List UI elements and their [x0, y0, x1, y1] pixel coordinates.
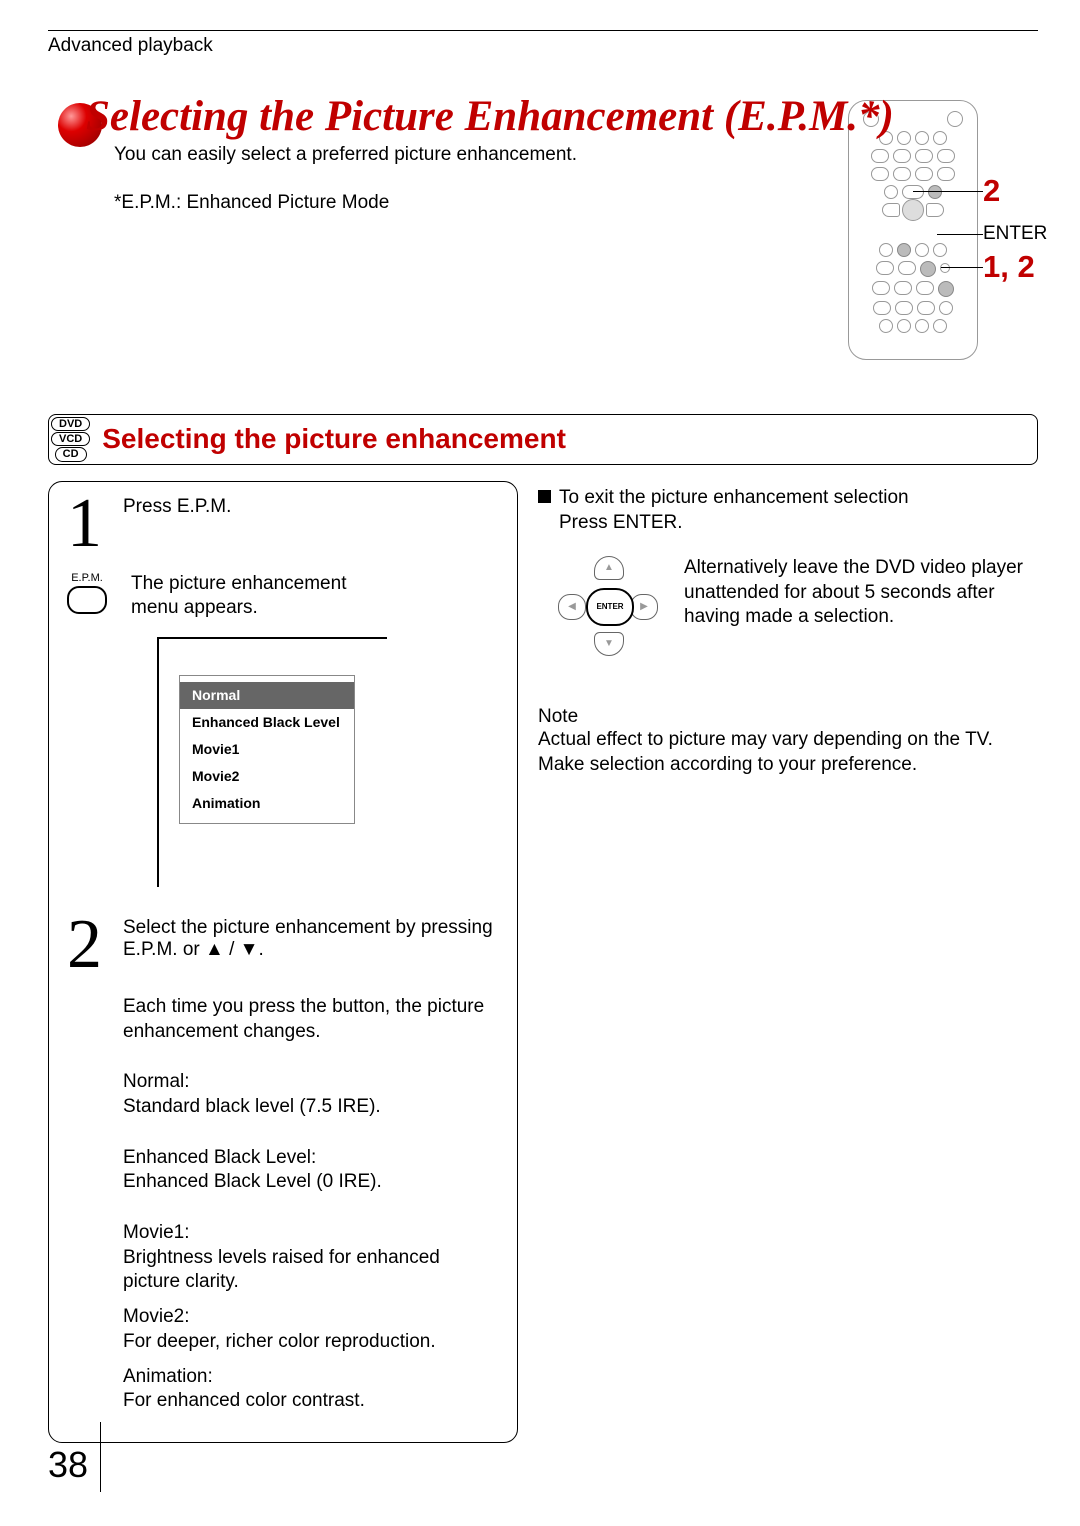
badge-vcd: VCD [51, 432, 90, 446]
menu-item-normal: Normal [180, 682, 354, 709]
step-1-detail: E.P.M. The picture enhancement menu appe… [67, 572, 499, 621]
content-columns: 1 Press E.P.M. E.P.M. The picture enhanc… [48, 481, 1038, 1443]
enter-illustration-row: ▲ ▼ ◀ ▶ ENTER Alternatively leave the DV… [558, 556, 1038, 656]
left-column-steps: 1 Press E.P.M. E.P.M. The picture enhanc… [48, 481, 518, 1443]
mode-movie1-name: Movie1: [123, 1221, 499, 1246]
mode-normal-name: Normal: [123, 1070, 499, 1095]
note-body: Actual effect to picture may vary depend… [538, 728, 1038, 777]
mode-movie1-desc: Brightness levels raised for enhanced pi… [123, 1246, 499, 1295]
callout-enter: ENTER [983, 223, 1047, 244]
menu-item-enhanced-black: Enhanced Black Level [180, 709, 354, 736]
menu-item-animation: Animation [180, 790, 354, 817]
epm-button-icon: E.P.M. [67, 572, 107, 614]
exit-action: Press ENTER. [559, 512, 683, 533]
dpad-up-icon: ▲ [594, 556, 624, 580]
menu-item-movie1: Movie1 [180, 736, 354, 763]
step-1-title: Press E.P.M. [123, 496, 499, 518]
mode-movie2-name: Movie2: [123, 1305, 499, 1330]
note-heading: Note [538, 706, 1038, 728]
step-1-number: 1 [67, 496, 113, 552]
epm-button-label: E.P.M. [67, 572, 107, 584]
step-1-result: The picture enhancement menu appears. [131, 572, 391, 621]
oval-button-icon [67, 586, 107, 614]
mode-enhanced-black-desc: Enhanced Black Level (0 IRE). [123, 1170, 499, 1195]
step-2-number: 2 [67, 917, 113, 973]
dpad-down-icon: ▼ [594, 632, 624, 656]
section-heading: Selecting the picture enhancement [102, 423, 1025, 455]
dpad-icon: ▲ ▼ ◀ ▶ ENTER [558, 556, 658, 656]
page-number-divider [100, 1422, 101, 1492]
step-2-title: Select the picture enhancement by pressi… [123, 917, 499, 961]
exit-instructions: To exit the picture enhancement selectio… [538, 485, 1038, 536]
exit-title: To exit the picture enhancement selectio… [559, 487, 909, 508]
step-1: 1 Press E.P.M. [67, 496, 499, 552]
page-title: Selecting the Picture Enhancement (E.P.M… [86, 93, 1038, 140]
callout-step-1-2: 1, 2 [983, 249, 1035, 284]
mode-movie2-desc: For deeper, richer color reproduction. [123, 1330, 499, 1355]
alternative-exit-text: Alternatively leave the DVD video player… [684, 556, 1038, 630]
mode-animation-name: Animation: [123, 1365, 499, 1390]
dpad-left-icon: ◀ [558, 594, 586, 620]
badge-dvd: DVD [51, 417, 90, 431]
right-column-notes: To exit the picture enhancement selectio… [538, 481, 1038, 1443]
mode-movie1: Movie1: Brightness levels raised for enh… [123, 1221, 499, 1295]
page-number: 38 [48, 1444, 88, 1486]
mode-normal: Normal: Standard black level (7.5 IRE). [123, 1070, 499, 1119]
mode-enhanced-black: Enhanced Black Level: Enhanced Black Lev… [123, 1146, 499, 1195]
step-2: 2 Select the picture enhancement by pres… [67, 917, 499, 973]
mode-normal-desc: Standard black level (7.5 IRE). [123, 1095, 499, 1120]
step-2-detail: Each time you press the button, the pict… [123, 995, 499, 1044]
onscreen-menu-illustration: Normal Enhanced Black Level Movie1 Movie… [157, 637, 387, 887]
mode-animation: Animation: For enhanced color contrast. [123, 1365, 499, 1414]
mode-enhanced-black-name: Enhanced Black Level: [123, 1146, 499, 1171]
section-bar: DVD VCD CD Selecting the picture enhance… [48, 414, 1038, 464]
mode-movie2: Movie2: For deeper, richer color reprodu… [123, 1305, 499, 1354]
enter-button-icon: ENTER [586, 588, 634, 626]
badge-cd: CD [55, 447, 87, 461]
epm-menu: Normal Enhanced Black Level Movie1 Movie… [179, 675, 355, 824]
bullet-square-icon [538, 490, 551, 503]
header-section: Advanced playback [48, 35, 1038, 57]
mode-animation-desc: For enhanced color contrast. [123, 1389, 499, 1414]
manual-page: Advanced playback Selecting the Picture … [0, 0, 1080, 1526]
callout-step-2: 2 [983, 173, 1000, 208]
header-rule [48, 30, 1038, 31]
disc-type-badges: DVD VCD CD [51, 417, 90, 461]
dpad-right-icon: ▶ [630, 594, 658, 620]
menu-item-movie2: Movie2 [180, 763, 354, 790]
